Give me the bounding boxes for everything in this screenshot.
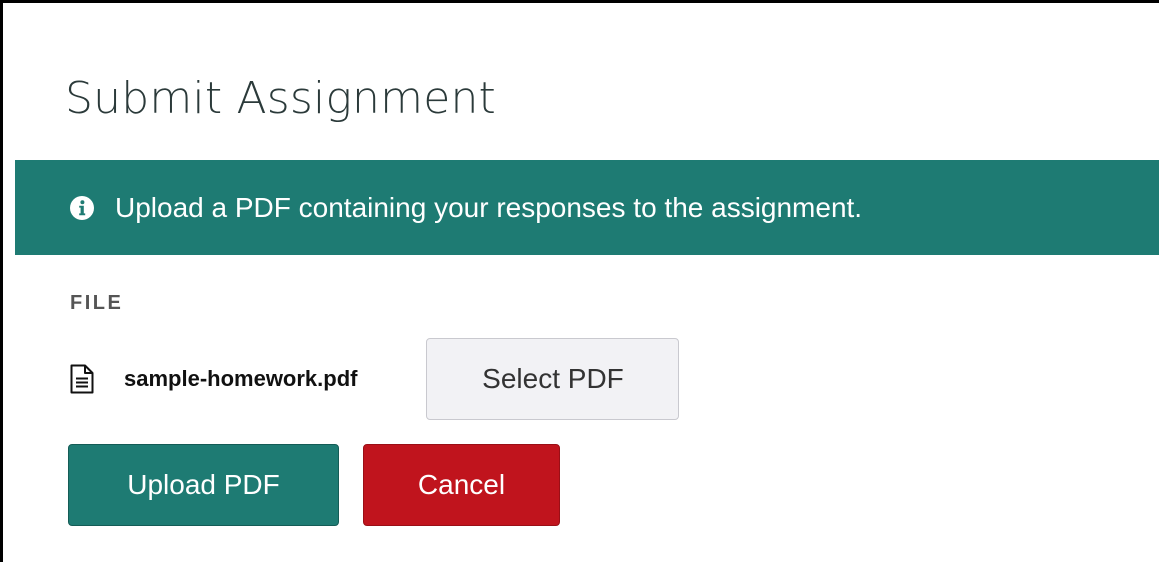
file-section-label: FILE [70,292,124,314]
dialog-title: Submit Assignment [65,73,497,124]
info-banner-text: Upload a PDF containing your responses t… [115,191,863,223]
submit-assignment-dialog: Submit Assignment Upload a PDF containin… [0,0,1159,562]
dialog-actions: Upload PDF Cancel [68,444,560,526]
file-row: sample-homework.pdf Select PDF [67,338,680,420]
select-pdf-button[interactable]: Select PDF [426,338,680,420]
upload-pdf-button[interactable]: Upload PDF [68,444,339,526]
info-banner: Upload a PDF containing your responses t… [15,160,1159,255]
selected-file-name: sample-homework.pdf [124,366,358,391]
info-circle-icon [70,195,94,220]
document-icon [67,361,97,397]
cancel-button[interactable]: Cancel [363,444,560,526]
